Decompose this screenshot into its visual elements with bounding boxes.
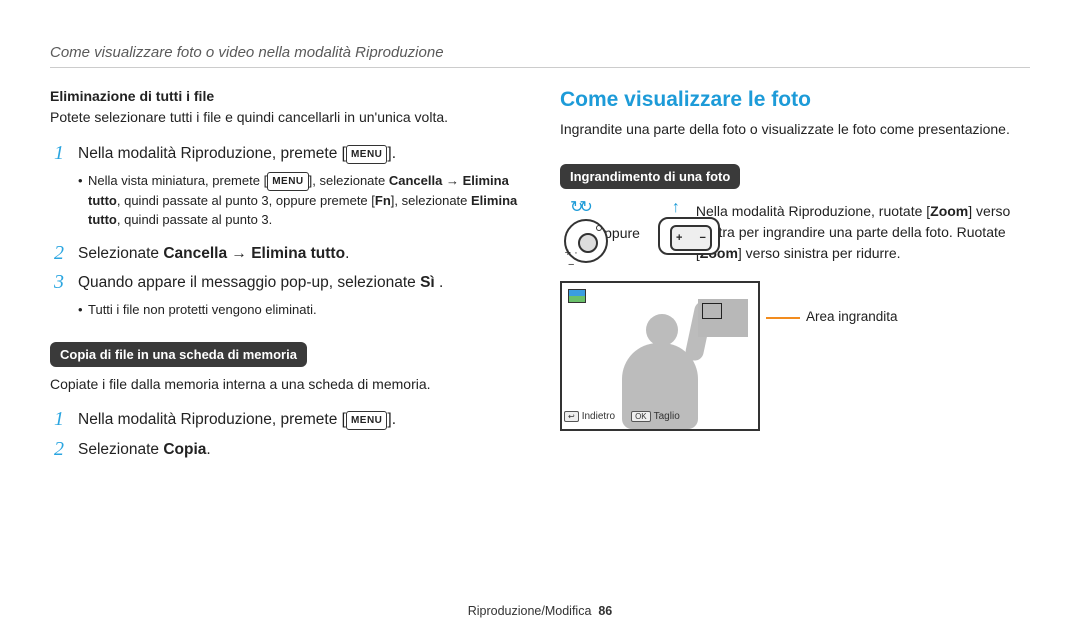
step-number: 3 [50, 272, 68, 292]
step-number: 1 [50, 409, 68, 429]
callout-line-icon [766, 317, 800, 319]
left-column: Eliminazione di tutti i file Potete sele… [50, 88, 520, 467]
menu-icon: MENU [346, 145, 387, 164]
step-number: 2 [50, 439, 68, 459]
step-number: 2 [50, 243, 68, 263]
menu-icon: MENU [267, 172, 308, 191]
copy-pill: Copia di file in una scheda di memoria [50, 342, 307, 367]
copy-step-1: Nella modalità Riproduzione, premete [ME… [78, 408, 396, 431]
callout-label: Area ingrandita [806, 281, 898, 324]
zoom-description: Nella modalità Riproduzione, ruotate [Zo… [696, 201, 1030, 264]
thumb-icon [568, 289, 586, 303]
photo-preview: ↩Indietro OKTaglio [560, 281, 760, 431]
menu-icon: MENU [346, 411, 387, 430]
step-1-sub: Nella vista miniatura, premete [MENU], s… [78, 171, 520, 230]
step-1-text: Nella modalità Riproduzione, premete [ME… [78, 142, 396, 165]
delete-intro: Potete selezionare tutti i file e quindi… [50, 108, 520, 128]
step-3-text: Quando appare il messaggio pop-up, selez… [78, 271, 443, 294]
zoom-area-indicator [698, 299, 748, 337]
right-column: Come visualizzare le foto Ingrandite una… [560, 88, 1030, 467]
step-3-sub: Tutti i file non protetti vengono elimin… [78, 300, 520, 320]
zoom-dial-icon: ↻↻ + · − [560, 197, 582, 269]
delete-title: Eliminazione di tutti i file [50, 88, 520, 104]
view-photos-title: Come visualizzare le foto [560, 88, 1030, 112]
step-2-text: Selezionate Cancella → Elimina tutto. [78, 242, 349, 265]
copy-intro: Copiate i file dalla memoria interna a u… [50, 375, 520, 395]
zoom-pill: Ingrandimento di una foto [560, 164, 740, 189]
view-photos-intro: Ingrandite una parte della foto o visual… [560, 120, 1030, 140]
page-footer: Riproduzione/Modifica 86 [0, 604, 1080, 618]
preview-bottom-bar: ↩Indietro OKTaglio [564, 409, 680, 425]
copy-step-2: Selezionate Copia. [78, 438, 211, 461]
step-number: 1 [50, 143, 68, 163]
page-header: Come visualizzare foto o video nella mod… [50, 44, 1030, 68]
zoom-rocker-icon: ↑ +− [654, 203, 682, 263]
